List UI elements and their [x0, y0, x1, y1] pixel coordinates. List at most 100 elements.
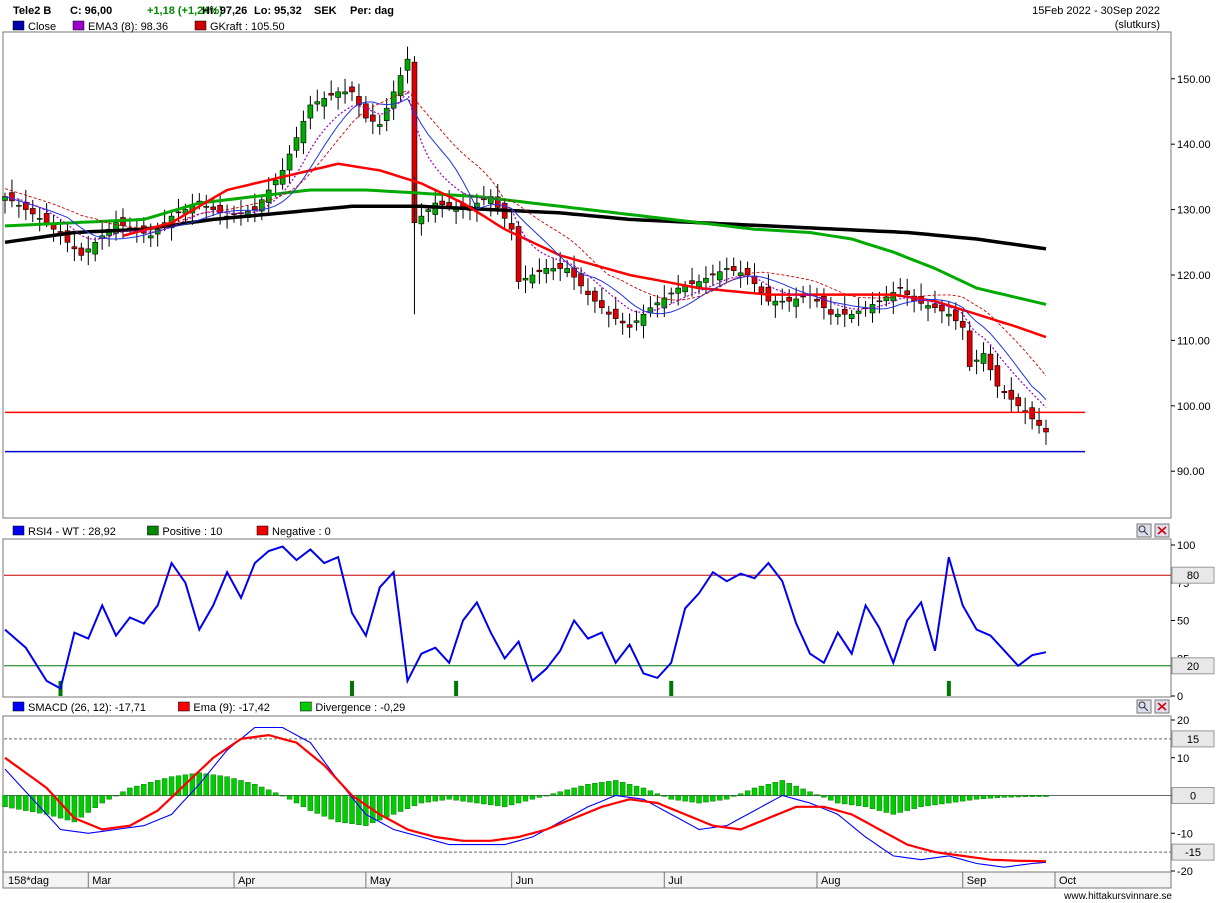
- period-count-label: 158*dag: [8, 875, 49, 887]
- candle-body: [564, 268, 570, 274]
- rsi-close-icon[interactable]: [1154, 523, 1170, 538]
- candle-body: [932, 303, 938, 309]
- candle-body: [939, 304, 945, 312]
- divergence-bar: [432, 795, 438, 802]
- divergence-bar: [661, 795, 667, 797]
- divergence-bar: [314, 795, 320, 814]
- divergence-bar: [703, 795, 709, 803]
- divergence-bar: [238, 780, 244, 796]
- candle-body: [328, 93, 334, 96]
- rsi-positive-bar: [946, 680, 951, 696]
- rsi-zoom-icon[interactable]: [1136, 523, 1152, 538]
- divergence-bar: [918, 795, 924, 808]
- legend-item[interactable]: RSI4 - WT : 28,92: [12, 525, 116, 538]
- candle-body: [397, 75, 404, 97]
- legend-label: SMACD (26, 12): -17,71: [28, 702, 146, 714]
- legend-swatch: [178, 701, 190, 712]
- candle-body: [737, 272, 744, 276]
- divergence-bar: [626, 783, 633, 796]
- macd-level-label: 15: [1187, 734, 1199, 746]
- candle-body: [321, 98, 328, 107]
- ticker-label: Tele2 B: [13, 5, 51, 17]
- divergence-bar: [557, 791, 563, 796]
- divergence-bar: [828, 795, 834, 801]
- divergence-bar: [710, 795, 716, 802]
- divergence-bar: [758, 785, 765, 796]
- divergence-bar: [585, 783, 591, 796]
- divergence-bar: [113, 795, 119, 797]
- candle-body: [383, 107, 390, 121]
- price-tick-label: 130.00: [1177, 205, 1211, 217]
- divergence-bar: [848, 795, 855, 806]
- divergence-bar: [536, 795, 543, 798]
- macd-zoom-icon[interactable]: [1136, 699, 1152, 714]
- divergence-bar: [564, 789, 570, 796]
- candle-body: [668, 292, 675, 295]
- legend-item[interactable]: Divergence : -0,29: [300, 701, 405, 714]
- date-tick-label: May: [370, 875, 391, 887]
- divergence-bar: [578, 785, 584, 796]
- candle-body: [848, 313, 855, 319]
- rsi-panel[interactable]: [2, 538, 1172, 698]
- date-tick-label: Jun: [516, 875, 534, 887]
- candle-body: [592, 290, 598, 302]
- divergence-bar: [328, 795, 334, 820]
- divergence-bar: [869, 795, 876, 809]
- divergence-bar: [772, 782, 779, 796]
- divergence-bar: [259, 786, 265, 796]
- candle-body: [987, 353, 994, 371]
- divergence-bar: [2, 795, 8, 808]
- candle-body: [821, 295, 827, 309]
- candle-body: [418, 215, 425, 225]
- divergence-bar: [342, 795, 348, 824]
- close-value: C: 96,00: [70, 5, 112, 17]
- divergence-bar: [744, 790, 751, 796]
- divergence-bar: [252, 783, 258, 796]
- divergence-bar: [446, 795, 452, 800]
- candle-body: [36, 218, 43, 220]
- divergence-bar: [675, 795, 681, 801]
- divergence-bar: [1022, 795, 1028, 798]
- stock-chart: 90.00 100.00 110.00 120.00 130.00 140.00 150.0…: [0, 0, 1218, 903]
- candle-body: [994, 365, 1001, 387]
- candle-body: [252, 206, 258, 210]
- divergence-bar: [210, 774, 216, 796]
- divergence-bar: [286, 795, 293, 800]
- candle-body: [828, 309, 834, 315]
- candle-body: [689, 280, 695, 285]
- macd-close-icon[interactable]: [1154, 699, 1170, 714]
- divergence-bar: [1008, 795, 1014, 798]
- candle-body: [793, 298, 799, 307]
- candle-body: [717, 271, 723, 281]
- divergence-bar: [384, 795, 390, 818]
- candle-body: [175, 211, 182, 214]
- divergence-bar: [883, 795, 890, 813]
- legend-swatch: [72, 20, 85, 31]
- divergence-bar: [793, 785, 799, 796]
- candle-body: [841, 308, 848, 315]
- divergence-bar: [481, 795, 487, 805]
- legend-label: Positive : 10: [162, 526, 222, 538]
- candle-body: [425, 209, 432, 212]
- candle-body: [92, 241, 99, 255]
- divergence-bar: [987, 795, 994, 799]
- candle-body: [16, 204, 22, 207]
- candle-body: [675, 287, 681, 294]
- candle-body: [272, 179, 279, 186]
- macd-tick-label: 20: [1177, 715, 1189, 727]
- divergence-bar: [779, 780, 785, 796]
- candle-body: [376, 124, 383, 127]
- candle-body: [952, 309, 959, 322]
- legend-item[interactable]: EMA3 (8): 98.36: [72, 20, 168, 33]
- divergence-bar: [501, 795, 508, 808]
- candle-body: [363, 103, 369, 119]
- legend-item[interactable]: SMACD (26, 12): -17,71: [12, 701, 146, 714]
- divergence-bar: [1036, 795, 1042, 797]
- candle-body: [29, 208, 36, 215]
- divergence-bar: [453, 795, 459, 801]
- divergence-bar: [467, 795, 473, 803]
- divergence-bar: [9, 795, 15, 809]
- candle-body: [578, 273, 584, 287]
- divergence-bar: [543, 795, 550, 797]
- candle-body: [43, 213, 50, 223]
